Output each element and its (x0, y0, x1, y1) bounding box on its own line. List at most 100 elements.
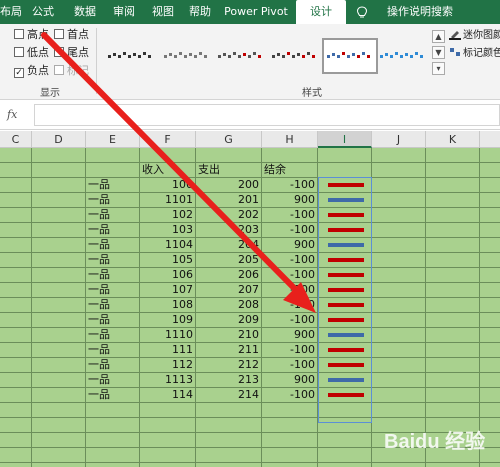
header-balance[interactable]: 结余 (264, 163, 318, 177)
tab-layout[interactable]: 布局 (0, 0, 22, 24)
cell-expense[interactable]: 213 (196, 373, 262, 387)
tab-formulas[interactable]: 公式 (26, 0, 60, 24)
checkbox-high-point[interactable]: 高点 (14, 28, 49, 42)
cell-income[interactable]: 102 (140, 208, 196, 222)
tab-data[interactable]: 数据 (68, 0, 102, 24)
sparkline-style-4[interactable] (268, 38, 324, 74)
checkbox-box[interactable] (54, 29, 64, 39)
cell-income[interactable]: 105 (140, 253, 196, 267)
tab-view[interactable]: 视图 (146, 0, 180, 24)
cell-income[interactable]: 100 (140, 178, 196, 192)
cell-income[interactable]: 1113 (140, 373, 196, 387)
cell-expense[interactable]: 212 (196, 358, 262, 372)
column-header-h[interactable]: H (262, 131, 318, 148)
cell-expense[interactable]: 208 (196, 298, 262, 312)
cell-item[interactable]: 一品 (88, 223, 138, 237)
cell-balance[interactable]: -100 (262, 298, 318, 312)
selected-range-sparklines[interactable] (318, 177, 372, 423)
checkbox-low-point[interactable]: 低点 (14, 46, 49, 60)
cell-item[interactable]: 一品 (88, 313, 138, 327)
cell-item[interactable]: 一品 (88, 178, 138, 192)
checkbox-first-point[interactable]: 首点 (54, 28, 89, 42)
cell-balance[interactable]: -100 (262, 253, 318, 267)
cell-balance[interactable]: -100 (262, 283, 318, 297)
cell-expense[interactable]: 201 (196, 193, 262, 207)
column-header-j[interactable]: J (372, 131, 426, 148)
cell-expense[interactable]: 200 (196, 178, 262, 192)
cell-expense[interactable]: 203 (196, 223, 262, 237)
cell-income[interactable]: 114 (140, 388, 196, 402)
cell-income[interactable]: 1101 (140, 193, 196, 207)
cell-balance[interactable]: -100 (262, 223, 318, 237)
cell-expense[interactable]: 211 (196, 343, 262, 357)
column-header-k[interactable]: K (426, 131, 480, 148)
column-header-f[interactable]: F (140, 131, 196, 148)
cell-item[interactable]: 一品 (88, 253, 138, 267)
cell-expense[interactable]: 206 (196, 268, 262, 282)
sparkline-style-5-selected[interactable] (322, 38, 378, 74)
cell-item[interactable]: 一品 (88, 343, 138, 357)
cell-expense[interactable]: 214 (196, 388, 262, 402)
marker-color-button[interactable]: 标记颜色 (449, 46, 500, 62)
header-expense[interactable]: 支出 (198, 163, 260, 177)
cell-income[interactable]: 109 (140, 313, 196, 327)
cell-expense[interactable]: 202 (196, 208, 262, 222)
cell-item[interactable]: 一品 (88, 298, 138, 312)
checkbox-box[interactable] (54, 47, 64, 57)
cell-item[interactable]: 一品 (88, 358, 138, 372)
cell-expense[interactable]: 205 (196, 253, 262, 267)
column-header-e[interactable]: E (86, 131, 140, 148)
cell-income[interactable]: 108 (140, 298, 196, 312)
tab-review[interactable]: 审阅 (107, 0, 141, 24)
cell-income[interactable]: 111 (140, 343, 196, 357)
checkbox-negative-point[interactable]: ✓ 负点 (14, 64, 49, 78)
cell-income[interactable]: 107 (140, 283, 196, 297)
formula-input[interactable] (34, 104, 500, 126)
checkbox-box-checked[interactable]: ✓ (14, 68, 24, 78)
checkbox-box[interactable] (14, 29, 24, 39)
tab-tell-me[interactable]: 操作说明搜索 (374, 0, 466, 24)
cell-balance[interactable]: -100 (262, 358, 318, 372)
function-icon[interactable]: fx (7, 108, 27, 122)
cell-item[interactable]: 一品 (88, 193, 138, 207)
column-header-d[interactable]: D (32, 131, 86, 148)
gallery-scroll-down-button[interactable]: ▼ (432, 46, 445, 59)
tab-power-pivot[interactable]: Power Pivot (222, 0, 290, 24)
column-header-i[interactable]: I (318, 131, 372, 148)
cell-income[interactable]: 1110 (140, 328, 196, 342)
cell-balance[interactable]: -100 (262, 343, 318, 357)
cell-balance[interactable]: -100 (262, 313, 318, 327)
checkbox-last-point[interactable]: 尾点 (54, 46, 89, 60)
cell-expense[interactable]: 204 (196, 238, 262, 252)
cell-balance[interactable]: 900 (262, 193, 318, 207)
cell-item[interactable]: 一品 (88, 373, 138, 387)
gallery-more-button[interactable]: ▾ (432, 62, 445, 75)
cell-item[interactable]: 一品 (88, 328, 138, 342)
header-income[interactable]: 收入 (142, 163, 196, 177)
cell-balance[interactable]: -100 (262, 388, 318, 402)
cell-item[interactable]: 一品 (88, 283, 138, 297)
tab-design[interactable]: 设计 (296, 0, 346, 24)
sparkline-style-2[interactable] (160, 38, 216, 74)
cell-expense[interactable]: 207 (196, 283, 262, 297)
cell-income[interactable]: 106 (140, 268, 196, 282)
cell-balance[interactable]: -100 (262, 208, 318, 222)
checkbox-box[interactable] (54, 65, 64, 75)
cell-income[interactable]: 103 (140, 223, 196, 237)
column-header-c[interactable]: C (0, 131, 32, 148)
cell-income[interactable]: 1104 (140, 238, 196, 252)
cell-balance[interactable]: -100 (262, 178, 318, 192)
cell-item[interactable]: 一品 (88, 238, 138, 252)
sparkline-color-button[interactable]: 迷你图颜 (449, 28, 500, 44)
cell-expense[interactable]: 210 (196, 328, 262, 342)
cell-item[interactable]: 一品 (88, 208, 138, 222)
cell-balance[interactable]: -100 (262, 268, 318, 282)
cell-expense[interactable]: 209 (196, 313, 262, 327)
sparkline-style-6[interactable] (376, 38, 432, 74)
cell-income[interactable]: 112 (140, 358, 196, 372)
cell-balance[interactable]: 900 (262, 238, 318, 252)
cell-balance[interactable]: 900 (262, 328, 318, 342)
sparkline-style-3[interactable] (214, 38, 270, 74)
checkbox-box[interactable] (14, 47, 24, 57)
column-header-g[interactable]: G (196, 131, 262, 148)
